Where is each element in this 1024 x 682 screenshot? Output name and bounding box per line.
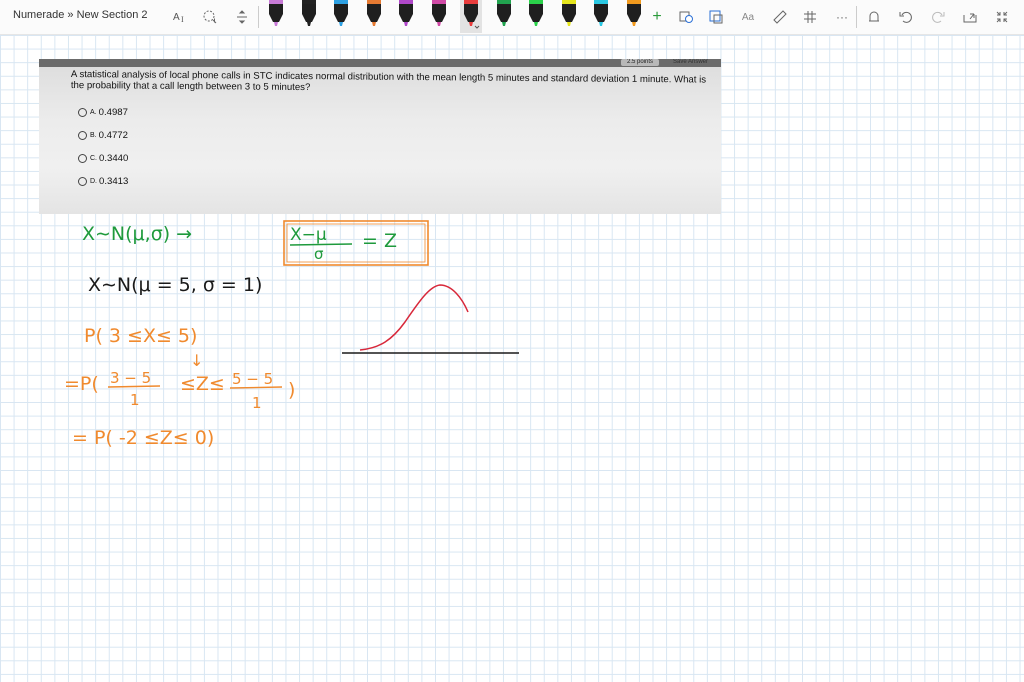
option-a: A. 0.4987 xyxy=(78,107,128,118)
divider xyxy=(258,6,259,28)
more-icon[interactable]: ··· xyxy=(832,7,852,27)
pen-8[interactable] xyxy=(493,0,515,30)
option-d: D. 0.3413 xyxy=(78,176,128,187)
undo-icon[interactable] xyxy=(896,7,916,27)
pen-10[interactable] xyxy=(558,0,580,30)
pen-icon xyxy=(561,0,576,26)
option-letter: B. xyxy=(90,132,97,139)
question-text: A statistical analysis of local phone ca… xyxy=(70,69,707,94)
breadcrumb[interactable]: Numerade » New Section 2 xyxy=(13,9,148,21)
ribbon-toolbar: Numerade » New Section 2 AI + Aa ··· xyxy=(0,0,1024,35)
option-letter: D. xyxy=(90,178,97,185)
option-value: 0.4987 xyxy=(98,107,128,118)
add-pen-icon[interactable]: + xyxy=(647,7,667,27)
radio-icon xyxy=(78,131,87,140)
pen-12[interactable] xyxy=(623,0,645,30)
share-icon[interactable] xyxy=(960,7,980,27)
pen-icon xyxy=(269,0,283,26)
pen-4[interactable] xyxy=(363,0,385,30)
svg-text:A: A xyxy=(173,12,180,23)
option-c: C. 0.3440 xyxy=(78,153,128,164)
option-b: B. 0.4772 xyxy=(78,130,128,141)
shape-icon[interactable] xyxy=(676,7,696,27)
ink-to-shape-icon[interactable] xyxy=(706,7,726,27)
type-icon[interactable]: AI xyxy=(170,7,190,27)
divider xyxy=(856,6,857,28)
save-answer-label: Save Answer xyxy=(673,59,709,65)
pen-icon xyxy=(301,0,316,26)
radio-icon xyxy=(78,177,87,186)
add-space-icon[interactable] xyxy=(232,7,252,27)
fullscreen-icon[interactable] xyxy=(992,7,1012,27)
replay-icon[interactable] xyxy=(864,7,884,27)
pen-icon xyxy=(529,0,543,26)
option-value: 0.3413 xyxy=(99,176,129,187)
pen-7-selected[interactable] xyxy=(460,0,482,33)
option-value: 0.4772 xyxy=(98,130,128,141)
points-badge: 2.5 points xyxy=(621,59,660,66)
radio-icon xyxy=(78,108,87,117)
option-letter: A. xyxy=(90,109,97,116)
pen-icon xyxy=(399,0,413,26)
pen-3[interactable] xyxy=(330,0,352,30)
math-icon[interactable] xyxy=(800,7,820,27)
pen-icon xyxy=(464,0,480,29)
pen-11[interactable] xyxy=(590,0,612,30)
pen-2[interactable] xyxy=(298,0,320,30)
svg-text:I: I xyxy=(181,15,184,24)
pen-icon xyxy=(626,0,641,26)
pen-9[interactable] xyxy=(525,0,547,30)
pen-icon xyxy=(334,0,348,26)
pen-icon xyxy=(496,0,511,26)
photo-header-strip xyxy=(39,59,721,67)
option-value: 0.3440 xyxy=(99,153,129,164)
question-screenshot: 2.5 points Save Answer A statistical ana… xyxy=(39,59,721,214)
pen-1[interactable] xyxy=(265,0,287,30)
pen-5[interactable] xyxy=(395,0,417,30)
pen-icon xyxy=(366,0,381,26)
redo-icon[interactable] xyxy=(928,7,948,27)
pen-6[interactable] xyxy=(428,0,450,30)
lasso-icon[interactable] xyxy=(200,7,220,27)
pen-icon xyxy=(431,0,446,26)
radio-icon xyxy=(78,154,87,163)
ink-to-text-icon[interactable]: Aa xyxy=(738,7,758,27)
ruler-icon[interactable] xyxy=(770,7,790,27)
pen-icon xyxy=(594,0,608,26)
option-letter: C. xyxy=(90,155,97,162)
